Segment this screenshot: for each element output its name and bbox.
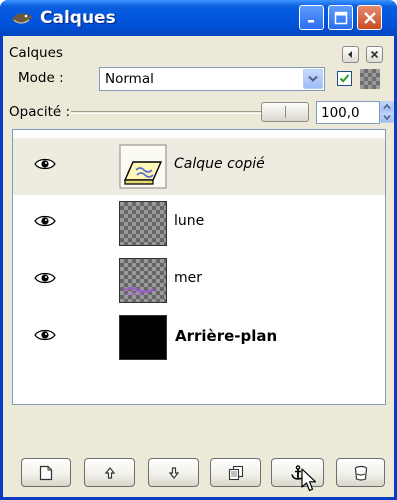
layer-name[interactable]: mer	[174, 270, 202, 286]
eye-icon[interactable]	[34, 328, 56, 342]
keep-transparency-checkbox[interactable]	[337, 71, 352, 86]
close-icon	[363, 11, 376, 24]
layer-row-lune[interactable]: lune	[13, 195, 385, 252]
layer-thumbnail	[119, 258, 167, 303]
new-layer-button[interactable]	[21, 458, 71, 487]
spin-up-button[interactable]	[380, 101, 394, 112]
opacity-value: 100,0	[321, 105, 360, 121]
layer-row-calque-copie[interactable]: Calque copié	[13, 138, 385, 195]
maximize-button[interactable]	[328, 5, 353, 30]
layer-thumbnail	[119, 315, 167, 360]
mode-dropdown[interactable]: Normal	[99, 67, 325, 91]
layer-name[interactable]: lune	[174, 213, 204, 229]
chevron-down-icon	[308, 75, 318, 82]
minimize-button[interactable]	[299, 5, 324, 30]
eye-icon[interactable]	[34, 271, 56, 285]
opacity-label: Opacité :	[9, 104, 71, 120]
chevron-down-icon	[383, 115, 391, 120]
layer-name[interactable]: Arrière-plan	[175, 327, 277, 345]
floating-selection-icon	[119, 144, 167, 189]
lower-layer-icon	[168, 466, 179, 479]
layers-list[interactable]: Calque copié lune mer Arrière-plan	[12, 129, 386, 405]
raise-layer-button[interactable]	[84, 458, 135, 487]
layer-name[interactable]: Calque copié	[174, 156, 265, 172]
close-icon	[370, 50, 379, 59]
title-bar[interactable]: Calques	[0, 0, 397, 36]
close-button[interactable]	[357, 5, 382, 30]
duplicate-layer-icon	[228, 465, 243, 480]
panel-heading: Calques	[9, 45, 63, 61]
triangle-left-icon	[348, 51, 352, 58]
purple-stroke-icon	[122, 286, 155, 296]
opacity-input[interactable]: 100,0	[316, 101, 380, 124]
eye-icon[interactable]	[34, 157, 56, 171]
dropdown-button[interactable]	[303, 69, 323, 89]
delete-layer-icon	[354, 465, 367, 481]
maximize-icon	[334, 11, 347, 24]
layer-row-mer[interactable]: mer	[13, 252, 385, 309]
layers-window: Calques Calques Mode : Normal Opacité : …	[0, 0, 397, 500]
layer-thumbnail	[119, 201, 167, 246]
duplicate-layer-button[interactable]	[210, 458, 261, 487]
opacity-slider-thumb[interactable]	[261, 102, 309, 122]
gimp-app-icon	[12, 13, 32, 24]
mode-value: Normal	[105, 71, 154, 87]
eye-icon[interactable]	[34, 214, 56, 228]
panel-menu-button[interactable]	[342, 46, 359, 63]
layer-row-arriere-plan[interactable]: Arrière-plan	[13, 309, 385, 366]
mode-label: Mode :	[18, 70, 64, 86]
transparency-checker-icon	[360, 69, 380, 89]
delete-layer-button[interactable]	[336, 458, 385, 487]
mouse-cursor-icon	[301, 468, 317, 492]
minimize-icon	[307, 19, 314, 22]
opacity-spinner[interactable]	[380, 101, 394, 124]
chevron-up-icon	[383, 104, 391, 109]
panel-close-button[interactable]	[366, 46, 383, 63]
raise-layer-icon	[104, 466, 115, 479]
spin-down-button[interactable]	[380, 112, 394, 123]
new-layer-icon	[39, 465, 53, 480]
window-title: Calques	[40, 8, 116, 28]
checkmark-icon	[339, 74, 350, 83]
lower-layer-button[interactable]	[148, 458, 199, 487]
